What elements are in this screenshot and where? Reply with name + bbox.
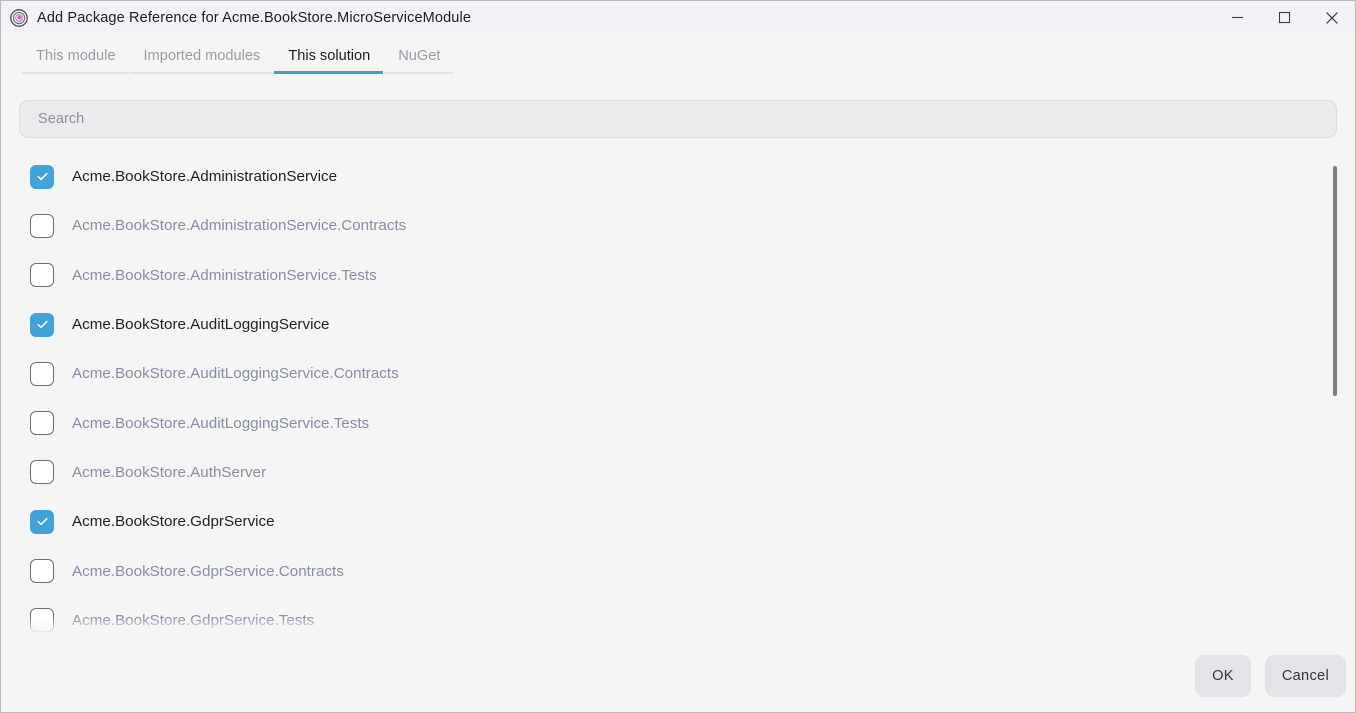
checkbox-unchecked-icon[interactable] [30, 460, 54, 484]
window-controls [1214, 1, 1355, 34]
minimize-icon[interactable] [1214, 1, 1261, 34]
tab-underline [130, 72, 274, 74]
package-name: Acme.BookStore.GdprService.Contracts [72, 563, 344, 580]
tab-underline-active [274, 71, 383, 74]
checkbox-unchecked-icon[interactable] [30, 214, 54, 238]
tab-list: This module Imported modules This soluti… [1, 46, 1355, 74]
checkbox-unchecked-icon[interactable] [30, 608, 54, 632]
tab-underline [384, 72, 453, 74]
tab-nuget[interactable]: NuGet [384, 46, 454, 74]
tab-this-solution[interactable]: This solution [274, 46, 384, 74]
checkbox-checked-icon[interactable] [30, 165, 54, 189]
package-list-item[interactable]: Acme.BookStore.AuditLoggingService [30, 300, 1355, 349]
tab-label: Imported modules [144, 48, 261, 64]
tab-label: This solution [288, 48, 370, 64]
maximize-icon[interactable] [1261, 1, 1308, 34]
package-list[interactable]: Acme.BookStore.AdministrationService Acme… [1, 152, 1355, 639]
cancel-button[interactable]: Cancel [1265, 655, 1346, 697]
add-package-reference-dialog: Add Package Reference for Acme.BookStore… [0, 0, 1356, 713]
checkbox-unchecked-icon[interactable] [30, 263, 54, 287]
ok-button[interactable]: OK [1195, 655, 1251, 697]
package-name: Acme.BookStore.AuthServer [72, 464, 266, 481]
tab-label: NuGet [398, 48, 440, 64]
title-bar: Add Package Reference for Acme.BookStore… [1, 1, 1355, 34]
abp-logo-icon [10, 9, 28, 27]
package-list-item[interactable]: Acme.BookStore.GdprService.Contracts [30, 546, 1355, 595]
tab-this-module[interactable]: This module [22, 46, 130, 74]
package-list-item[interactable]: Acme.BookStore.AuthServer [30, 448, 1355, 497]
package-list-item[interactable]: Acme.BookStore.AdministrationService [30, 152, 1355, 201]
list-scrollbar[interactable] [1332, 152, 1338, 639]
search-input[interactable] [36, 110, 1320, 128]
checkbox-unchecked-icon[interactable] [30, 559, 54, 583]
search-box[interactable] [19, 100, 1337, 138]
tabs-bar: This module Imported modules This soluti… [1, 34, 1355, 74]
close-icon[interactable] [1308, 1, 1355, 34]
tab-imported-modules[interactable]: Imported modules [130, 46, 275, 74]
checkbox-checked-icon[interactable] [30, 510, 54, 534]
package-name: Acme.BookStore.AuditLoggingService.Tests [72, 415, 369, 432]
tab-label: This module [36, 48, 116, 64]
checkbox-unchecked-icon[interactable] [30, 362, 54, 386]
package-name: Acme.BookStore.AuditLoggingService.Contr… [72, 365, 399, 382]
window-title: Add Package Reference for Acme.BookStore… [37, 10, 471, 26]
package-name: Acme.BookStore.GdprService.Tests [72, 612, 314, 629]
package-name: Acme.BookStore.AdministrationService.Con… [72, 217, 406, 234]
package-name: Acme.BookStore.GdprService [72, 513, 275, 530]
package-name: Acme.BookStore.AuditLoggingService [72, 316, 330, 333]
package-list-item[interactable]: Acme.BookStore.AdministrationService.Tes… [30, 251, 1355, 300]
package-list-area: Acme.BookStore.AdministrationService Acme… [1, 152, 1355, 639]
checkbox-unchecked-icon[interactable] [30, 411, 54, 435]
package-list-item[interactable]: Acme.BookStore.AdministrationService.Con… [30, 201, 1355, 250]
dialog-footer: OK Cancel [1, 639, 1355, 712]
package-list-item[interactable]: Acme.BookStore.AuditLoggingService.Tests [30, 398, 1355, 447]
checkbox-checked-icon[interactable] [30, 313, 54, 337]
list-scrollbar-thumb[interactable] [1333, 166, 1337, 396]
package-list-item[interactable]: Acme.BookStore.GdprService [30, 497, 1355, 546]
search-row [1, 74, 1355, 138]
package-list-item[interactable]: Acme.BookStore.AuditLoggingService.Contr… [30, 349, 1355, 398]
package-name: Acme.BookStore.AdministrationService.Tes… [72, 267, 377, 284]
package-list-item[interactable]: Acme.BookStore.GdprService.Tests [30, 596, 1355, 639]
tab-underline [22, 72, 129, 74]
package-name: Acme.BookStore.AdministrationService [72, 168, 337, 185]
